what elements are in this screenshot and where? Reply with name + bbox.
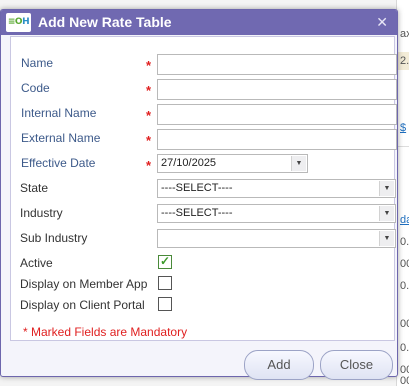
- app-logo: ≡OH: [6, 13, 31, 32]
- internal-name-label: Internal Name: [21, 106, 97, 120]
- internal-name-row: Internal Name *: [11, 103, 397, 125]
- sub-industry-select[interactable]: ▼: [157, 229, 396, 248]
- chevron-down-icon[interactable]: ▼: [379, 231, 394, 246]
- close-icon[interactable]: ✕: [376, 14, 388, 31]
- dialog-titlebar[interactable]: ≡OH Add New Rate Table ✕: [1, 10, 397, 35]
- code-label: Code: [21, 81, 50, 95]
- active-checkbox[interactable]: ✓: [158, 254, 172, 269]
- sub-industry-row: Sub Industry ▼: [11, 228, 396, 250]
- chevron-down-icon[interactable]: ▼: [379, 206, 394, 221]
- background-text: 00: [400, 318, 409, 330]
- client-portal-row: Display on Client Portal: [11, 295, 394, 317]
- sub-industry-label: Sub Industry: [20, 231, 88, 245]
- code-row: Code *: [11, 78, 397, 100]
- client-portal-checkbox[interactable]: [158, 297, 172, 311]
- rate-table-form: Name * Code * Internal Name * External N…: [10, 36, 397, 341]
- required-marker: *: [146, 83, 152, 98]
- logo-text-part1: ≡O: [7, 17, 23, 27]
- effective-date-value: 27/10/2025: [161, 157, 217, 169]
- background-text: 0.: [400, 280, 409, 292]
- background-text: 00: [400, 258, 409, 270]
- industry-select[interactable]: ----SELECT---- ▼: [157, 204, 396, 223]
- background-link[interactable]: $: [400, 122, 409, 134]
- active-row: Active ✓: [11, 253, 394, 275]
- effective-date-picker[interactable]: 27/10/2025 ▼: [157, 154, 308, 173]
- chevron-down-icon[interactable]: ▼: [379, 181, 394, 196]
- external-name-row: External Name *: [11, 128, 397, 150]
- state-label: State: [20, 181, 49, 195]
- code-input[interactable]: [157, 79, 397, 100]
- name-label: Name: [21, 56, 54, 70]
- required-marker: *: [146, 108, 152, 123]
- name-input[interactable]: [157, 54, 397, 75]
- industry-selected-value: ----SELECT----: [161, 207, 233, 219]
- logo-text-part2: H: [22, 17, 30, 27]
- dialog-title: Add New Rate Table: [38, 14, 172, 30]
- checkmark-icon: ✓: [160, 254, 171, 268]
- effective-date-row: Effective Date * 27/10/2025 ▼: [11, 153, 394, 175]
- name-row: Name *: [11, 53, 397, 75]
- close-button[interactable]: Close: [320, 350, 393, 380]
- client-portal-label: Display on Client Portal: [20, 298, 145, 312]
- background-text: ax: [400, 28, 409, 40]
- member-app-row: Display on Member App: [11, 274, 394, 296]
- internal-name-input[interactable]: [157, 104, 397, 125]
- required-marker: *: [146, 58, 152, 73]
- background-link[interactable]: da: [400, 214, 409, 226]
- active-label: Active: [20, 256, 53, 270]
- industry-label: Industry: [20, 206, 63, 220]
- mandatory-note: * Marked Fields are Mandatory: [23, 325, 188, 339]
- required-marker: *: [146, 158, 152, 173]
- external-name-label: External Name: [21, 131, 101, 145]
- background-text: 2.: [400, 55, 409, 67]
- background-text: 0.: [400, 342, 409, 354]
- chevron-down-icon[interactable]: ▼: [291, 156, 306, 171]
- state-select[interactable]: ----SELECT---- ▼: [157, 179, 396, 198]
- state-selected-value: ----SELECT----: [161, 182, 233, 194]
- industry-row: Industry ----SELECT---- ▼: [11, 203, 396, 225]
- effective-date-label: Effective Date: [21, 156, 96, 170]
- background-text: 00: [400, 375, 409, 387]
- member-app-label: Display on Member App: [20, 277, 148, 291]
- state-row: State ----SELECT---- ▼: [11, 178, 396, 200]
- external-name-input[interactable]: [157, 129, 397, 150]
- add-rate-table-dialog: ≡OH Add New Rate Table ✕ Name * Code * I…: [0, 9, 398, 380]
- background-text: 0.: [400, 236, 409, 248]
- add-button[interactable]: Add: [244, 350, 314, 380]
- required-marker: *: [146, 133, 152, 148]
- member-app-checkbox[interactable]: [158, 276, 172, 290]
